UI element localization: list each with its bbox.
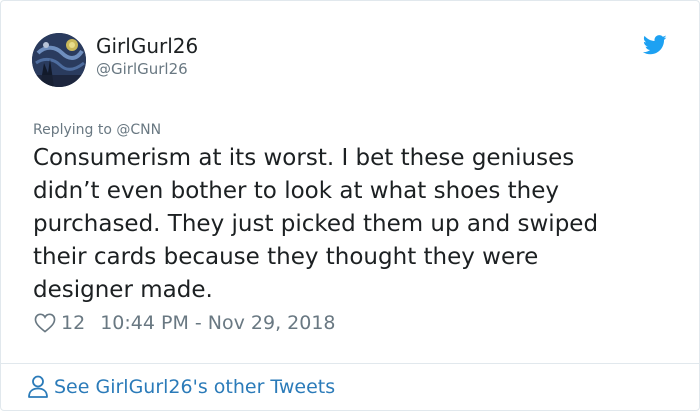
twitter-bird-icon[interactable] xyxy=(642,34,667,56)
starry-night-avatar-image xyxy=(32,33,86,87)
replying-to-mention[interactable]: @CNN xyxy=(116,122,161,138)
tweet-text: Consumerism at its worst. I bet these ge… xyxy=(33,145,599,303)
user-handle[interactable]: @GirlGurl26 xyxy=(96,59,188,79)
display-name[interactable]: GirlGurl26 xyxy=(96,34,198,58)
divider xyxy=(1,363,699,364)
heart-icon[interactable] xyxy=(34,313,56,333)
person-icon xyxy=(27,374,49,400)
like-count[interactable]: 12 xyxy=(61,312,85,334)
tweet-timestamp[interactable]: 10:44 PM - Nov 29, 2018 xyxy=(100,312,335,334)
tweet-meta: 12 10:44 PM - Nov 29, 2018 xyxy=(34,312,336,334)
avatar[interactable] xyxy=(32,33,86,87)
replying-prefix: Replying to xyxy=(33,122,117,138)
replying-to-line: Replying to @CNN xyxy=(33,121,161,139)
other-tweets-label: See GirlGurl26's other Tweets xyxy=(54,376,336,398)
other-tweets-link[interactable]: See GirlGurl26's other Tweets xyxy=(27,373,335,401)
tweet-card: GirlGurl26 @GirlGurl26 Replying to @CNN … xyxy=(0,0,700,411)
